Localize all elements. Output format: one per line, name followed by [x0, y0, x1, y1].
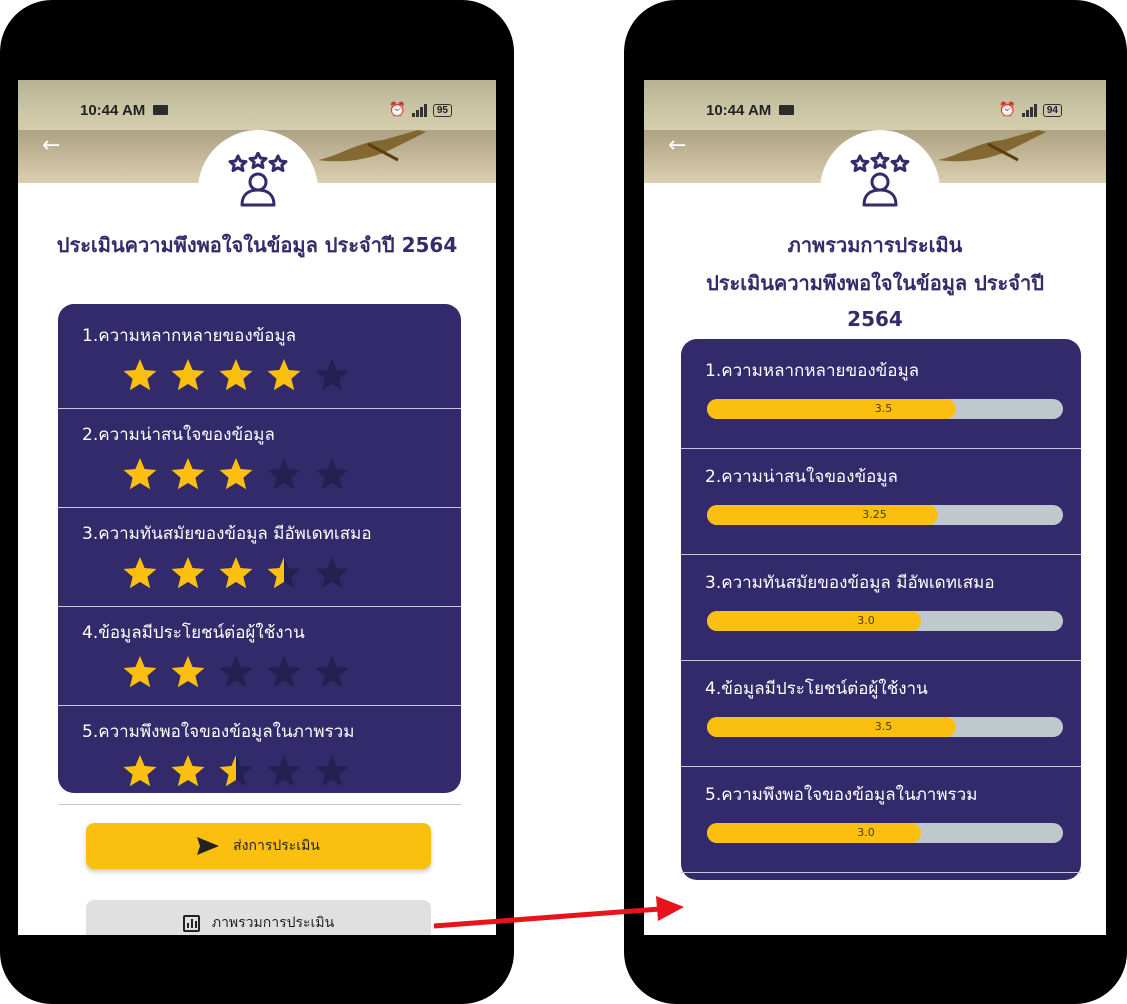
annotation-arrow	[433, 896, 684, 929]
